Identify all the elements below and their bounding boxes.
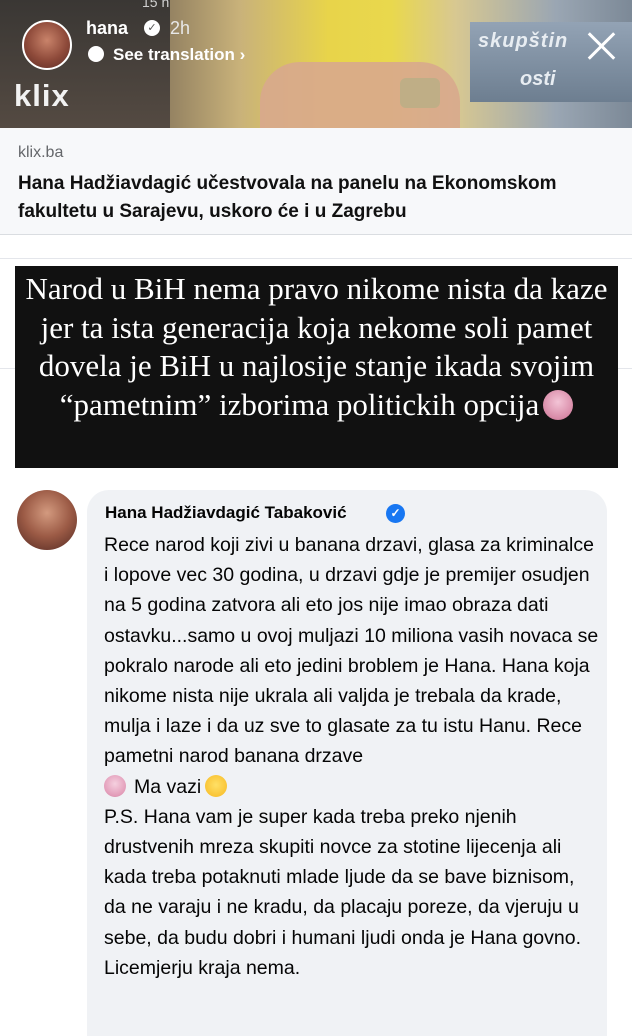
verified-badge-icon: ✓	[144, 20, 160, 36]
quote-text: Narod u BiH nema pravo nikome nista da k…	[25, 271, 608, 422]
globe-icon	[88, 46, 104, 62]
photo-sign-text-2: osti	[520, 68, 556, 90]
shrug-emoji-icon	[104, 774, 126, 797]
comment-text-part1: Rece narod koji zivi u banana drzavi, gl…	[104, 534, 599, 768]
story-avatar[interactable]	[22, 20, 72, 70]
photo-watch	[400, 78, 440, 108]
link-preview-card[interactable]: klix.ba Hana Hadžiavdagić učestvovala na…	[0, 128, 632, 235]
photo-sign-text: skupštin	[478, 30, 569, 52]
comment-text: Rece narod koji zivi u banana drzavi, gl…	[104, 530, 600, 983]
shrug-emoji-icon	[543, 389, 574, 420]
klix-logo: klix	[14, 78, 70, 113]
laughing-emoji-icon	[205, 774, 228, 797]
comment-avatar[interactable]	[17, 490, 77, 550]
story-progress: 15 h	[70, 0, 260, 10]
close-icon[interactable]	[584, 28, 620, 64]
comment-text-part2: Ma vazi	[134, 775, 202, 798]
comment-text-part3: P.S. Hana vam je super kada treba preko …	[104, 805, 582, 979]
link-title: Hana Hadžiavdagić učestvovala na panelu …	[18, 173, 557, 222]
story-top-time: 15 h	[142, 0, 170, 10]
comment-author[interactable]: Hana Hadžiavdagić Tabaković	[105, 503, 347, 523]
link-domain: klix.ba	[18, 144, 64, 161]
see-translation-label: See translation	[113, 45, 235, 64]
verified-badge-icon: ✓	[386, 504, 405, 523]
story-username[interactable]: hana	[86, 18, 128, 39]
chevron-right-icon: ›	[239, 45, 246, 64]
divider	[0, 258, 632, 259]
story-time: 2h	[170, 18, 191, 38]
quote-banner-text: Narod u BiH nema pravo nikome nista da k…	[15, 270, 618, 424]
see-translation-link[interactable]: See translation ›	[113, 45, 245, 65]
